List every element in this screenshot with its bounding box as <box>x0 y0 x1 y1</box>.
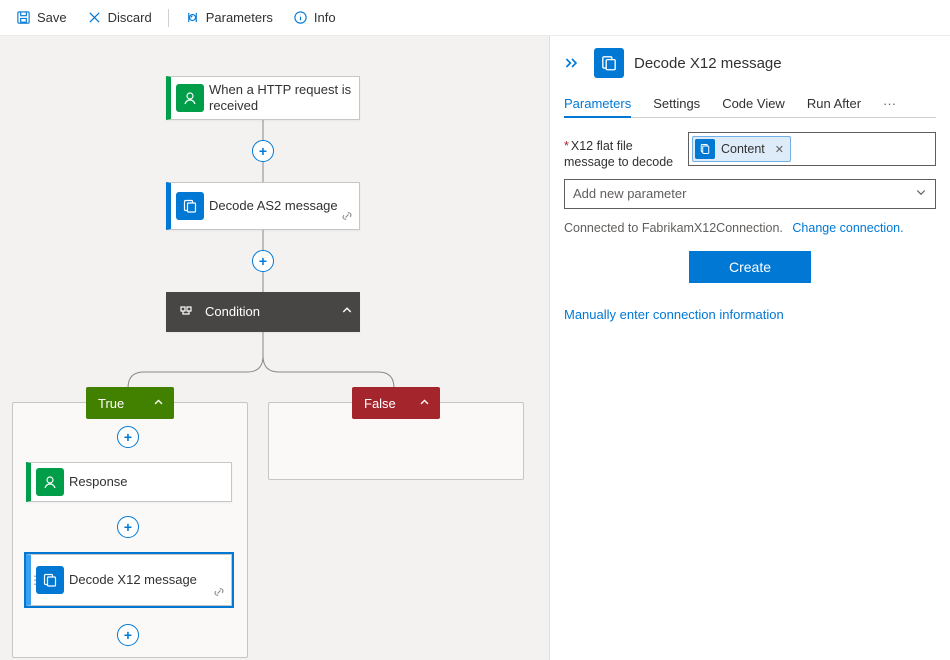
true-label: True <box>98 396 124 411</box>
add-step-button[interactable]: + <box>117 426 139 448</box>
add-parameter-label: Add new parameter <box>573 186 686 201</box>
response-title: Response <box>69 474 134 490</box>
trigger-title: When a HTTP request is received <box>209 82 359 115</box>
condition-card[interactable]: Condition <box>166 292 360 332</box>
add-step-button[interactable]: + <box>117 516 139 538</box>
chevron-up-icon <box>153 396 164 411</box>
workflow-canvas[interactable]: When a HTTP request is received + Decode… <box>0 36 550 660</box>
condition-title: Condition <box>205 304 266 320</box>
http-request-icon <box>176 84 204 112</box>
parameters-button[interactable]: Parameters <box>177 6 281 29</box>
designer-toolbar: Save Discard Parameters Info <box>0 0 950 36</box>
decode-as2-card[interactable]: Decode AS2 message <box>166 182 360 230</box>
connection-indicator-icon <box>213 586 225 601</box>
param-label: *X12 flat file message to decode <box>564 132 682 171</box>
info-label: Info <box>314 10 336 25</box>
chevron-up-icon <box>419 396 430 411</box>
chevron-down-icon <box>915 186 927 201</box>
details-panel: Decode X12 message Parameters Settings C… <box>550 36 950 660</box>
response-icon <box>36 468 64 496</box>
x12-icon <box>594 48 624 78</box>
collapse-panel-button[interactable] <box>564 56 580 70</box>
parameters-label: Parameters <box>206 10 273 25</box>
save-label: Save <box>37 10 67 25</box>
decode-x12-title: Decode X12 message <box>69 572 203 588</box>
tab-run-after[interactable]: Run After <box>807 90 861 117</box>
token-text: Content <box>721 142 765 156</box>
response-card[interactable]: Response <box>26 462 232 502</box>
add-step-button[interactable]: + <box>252 140 274 162</box>
false-branch-header[interactable]: False <box>352 387 440 419</box>
document-icon <box>695 139 715 159</box>
toolbar-separator <box>168 9 169 27</box>
info-button[interactable]: Info <box>285 6 344 29</box>
connection-indicator-icon <box>341 210 353 225</box>
false-label: False <box>364 396 396 411</box>
chevron-up-icon[interactable] <box>341 305 353 320</box>
add-step-button[interactable]: + <box>117 624 139 646</box>
panel-tabs: Parameters Settings Code View Run After … <box>564 90 936 118</box>
condition-icon <box>172 298 200 326</box>
tab-parameters[interactable]: Parameters <box>564 90 631 117</box>
change-connection-link[interactable]: Change connection. <box>792 221 903 235</box>
save-icon <box>16 10 31 25</box>
drag-handle-icon[interactable]: ⋮ <box>29 573 41 587</box>
parameters-icon <box>185 10 200 25</box>
decode-as2-title: Decode AS2 message <box>209 198 344 214</box>
trigger-card[interactable]: When a HTTP request is received <box>166 76 360 120</box>
save-button[interactable]: Save <box>8 6 75 29</box>
discard-button[interactable]: Discard <box>79 6 160 29</box>
discard-label: Discard <box>108 10 152 25</box>
x12-message-input[interactable]: Content ✕ <box>688 132 936 166</box>
remove-token-icon[interactable]: ✕ <box>775 143 784 156</box>
false-branch-scope[interactable]: False <box>268 402 524 480</box>
discard-icon <box>87 10 102 25</box>
connection-status: Connected to FabrikamX12Connection. Chan… <box>564 221 936 235</box>
tab-code-view[interactable]: Code View <box>722 90 785 117</box>
as2-icon <box>176 192 204 220</box>
decode-x12-card[interactable]: ⋮ Decode X12 message <box>26 554 232 606</box>
tab-overflow-button[interactable]: ··· <box>883 90 896 117</box>
manual-connection-link[interactable]: Manually enter connection information <box>564 307 936 322</box>
panel-title: Decode X12 message <box>634 55 782 72</box>
tab-settings[interactable]: Settings <box>653 90 700 117</box>
create-button[interactable]: Create <box>689 251 811 283</box>
true-branch-header[interactable]: True <box>86 387 174 419</box>
info-icon <box>293 10 308 25</box>
add-step-button[interactable]: + <box>252 250 274 272</box>
add-parameter-dropdown[interactable]: Add new parameter <box>564 179 936 209</box>
content-token[interactable]: Content ✕ <box>692 136 791 162</box>
